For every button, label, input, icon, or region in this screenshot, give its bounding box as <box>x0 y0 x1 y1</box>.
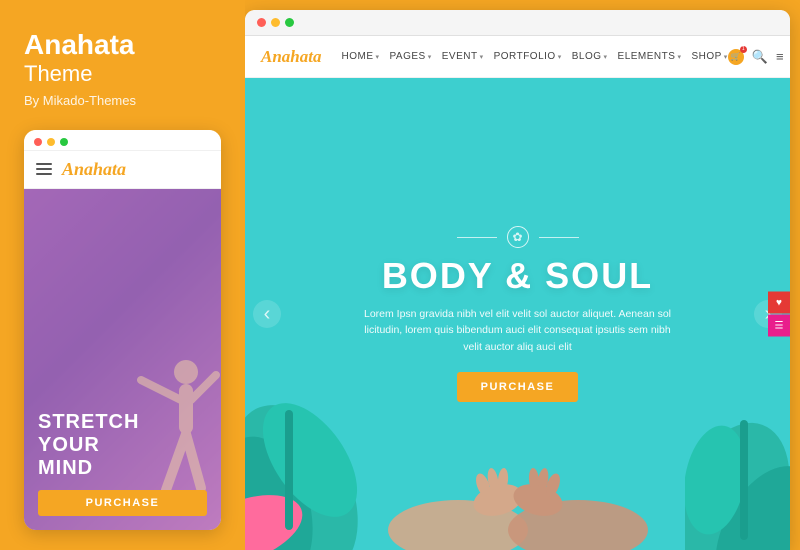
wishlist-icon-button[interactable]: ♥ <box>768 292 790 314</box>
hero-title: BODY & SOUL <box>358 256 678 296</box>
hamburger-icon[interactable] <box>36 163 52 175</box>
chevron-down-icon: ▾ <box>375 53 379 61</box>
nav-portfolio[interactable]: PORTFOLIO▾ <box>494 51 562 62</box>
cart-badge: 1 <box>740 46 747 53</box>
nav-home[interactable]: HOME▾ <box>341 51 379 62</box>
chevron-down-icon: ▾ <box>677 53 681 61</box>
site-hero: BODY & SOUL Lorem Ipsn gravida nibh vel … <box>245 78 790 550</box>
nav-event[interactable]: EVENT▾ <box>442 51 484 62</box>
site-logo: Anahata <box>261 47 321 67</box>
chevron-down-icon: ▾ <box>428 53 432 61</box>
site-menu: HOME▾ PAGES▾ EVENT▾ PORTFOLIO▾ BLOG▾ ELE… <box>341 51 727 62</box>
mobile-text-block: STRETCHYOURMIND <box>24 399 221 480</box>
hero-cta-button[interactable]: PURCHASE <box>457 372 579 402</box>
left-panel: Anahata Theme By Mikado-Themes Anahata <box>0 0 245 550</box>
hero-leaves-left-svg <box>245 310 365 550</box>
right-sidebar-icons: ♥ ☰ <box>768 292 790 337</box>
mobile-nav: Anahata <box>24 151 221 189</box>
mobile-card-header <box>24 130 221 151</box>
hero-content: BODY & SOUL Lorem Ipsn gravida nibh vel … <box>358 226 678 402</box>
nav-elements[interactable]: ELEMENTS▾ <box>618 51 682 62</box>
hero-body-svg <box>338 430 698 550</box>
mobile-hero: STRETCHYOURMIND PURCHASE <box>24 189 221 530</box>
browser-dot-red <box>257 18 266 27</box>
right-panel: Anahata HOME▾ PAGES▾ EVENT▾ PORTFOLIO▾ B… <box>245 10 790 550</box>
mobile-hero-text: STRETCHYOURMIND <box>38 411 207 480</box>
nav-shop[interactable]: SHOP▾ <box>691 51 727 62</box>
theme-author: By Mikado-Themes <box>24 93 221 108</box>
mandala-icon <box>507 226 529 248</box>
mobile-brand: Anahata <box>62 159 126 180</box>
browser-dot-yellow <box>271 18 280 27</box>
cart-icon[interactable]: 🛒 1 <box>728 49 744 65</box>
browser-bar <box>245 10 790 36</box>
nav-blog[interactable]: BLOG▾ <box>572 51 608 62</box>
browser-dot-green <box>285 18 294 27</box>
hero-prev-arrow[interactable]: ‹ <box>253 300 281 328</box>
dot-red <box>34 138 42 146</box>
chevron-down-icon: ▾ <box>604 53 608 61</box>
mobile-preview-card: Anahata STRETCHYOURMIND PURCHASE <box>24 130 221 530</box>
dot-green <box>60 138 68 146</box>
hero-leaves-right-svg <box>685 340 790 550</box>
chevron-down-icon: ▾ <box>480 53 484 61</box>
site-nav: Anahata HOME▾ PAGES▾ EVENT▾ PORTFOLIO▾ B… <box>245 36 790 78</box>
site-nav-icons: 🛒 1 🔍 ≡ <box>728 49 784 65</box>
nav-pages[interactable]: PAGES▾ <box>390 51 432 62</box>
share-icon-button[interactable]: ☰ <box>768 315 790 337</box>
theme-type: Theme <box>24 61 221 87</box>
hero-description: Lorem Ipsn gravida nibh vel elit velit s… <box>358 306 678 356</box>
mobile-purchase-button[interactable]: PURCHASE <box>38 490 207 516</box>
menu-icon[interactable]: ≡ <box>776 49 784 64</box>
dot-yellow <box>47 138 55 146</box>
search-icon[interactable]: 🔍 <box>752 49 768 65</box>
theme-name: Anahata <box>24 30 221 61</box>
hero-divider-top <box>358 226 678 248</box>
hero-divider-line-left <box>457 237 497 238</box>
chevron-down-icon: ▾ <box>558 53 562 61</box>
theme-title: Anahata Theme <box>24 30 221 93</box>
hero-divider-line-right <box>539 237 579 238</box>
